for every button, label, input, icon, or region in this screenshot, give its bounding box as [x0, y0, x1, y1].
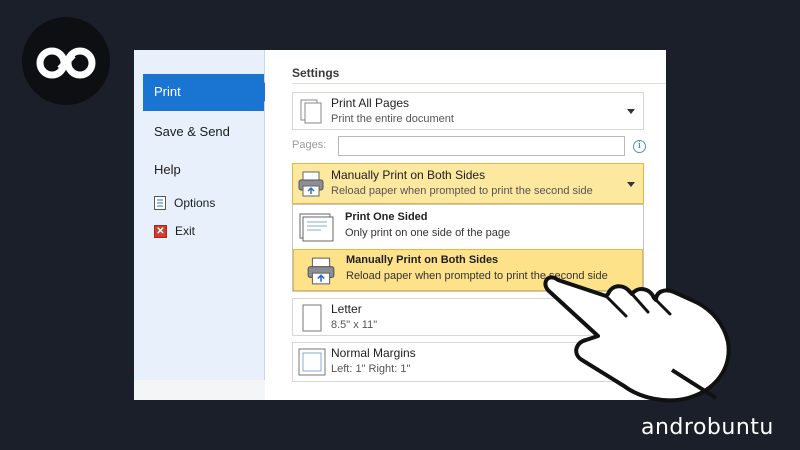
nav-item-save-send[interactable]: Save & Send — [154, 124, 230, 139]
divider — [292, 83, 666, 84]
backstage-nav: Print Save & Send Help Options ✕ Exit — [134, 50, 273, 380]
margins-subtitle: Left: 1" Right: 1" — [331, 363, 411, 375]
paper-subtitle: 8.5" x 11" — [331, 319, 378, 331]
pages-icon — [300, 99, 322, 124]
brand-wordmark: androbuntu — [641, 415, 774, 440]
print-pages-subtitle: Print the entire document — [331, 113, 454, 125]
duplex-subtitle: Reload paper when prompted to print the … — [331, 185, 593, 197]
pages-input[interactable] — [338, 136, 625, 156]
brand-logo — [22, 17, 110, 105]
print-pages-dropdown[interactable]: Print All Pages Print the entire documen… — [292, 92, 644, 130]
chevron-down-icon — [627, 109, 635, 114]
manual-both-sides-title: Manually Print on Both Sides — [346, 254, 499, 266]
info-icon[interactable]: i — [633, 140, 646, 153]
settings-heading: Settings — [292, 66, 340, 80]
one-sided-subtitle: Only print on one side of the page — [345, 227, 511, 239]
list-item-print-one-sided[interactable]: Print One Sided Only print on one side o… — [293, 205, 643, 249]
chevron-down-icon — [627, 182, 635, 187]
paper-title: Letter — [331, 302, 362, 316]
margins-icon — [298, 348, 326, 376]
document-options-icon — [154, 196, 166, 210]
nav-options-label: Options — [174, 196, 216, 210]
logo-mark-icon — [36, 47, 96, 79]
margins-title: Normal Margins — [331, 346, 416, 360]
nav-item-exit[interactable]: ✕ Exit — [154, 224, 195, 238]
pointing-hand-icon — [543, 275, 731, 403]
print-pages-title: Print All Pages — [331, 96, 410, 110]
nav-item-options[interactable]: Options — [154, 196, 215, 210]
duplex-dropdown[interactable]: Manually Print on Both Sides Reload pape… — [292, 163, 644, 204]
duplex-printer-icon — [307, 257, 335, 285]
paper-icon — [302, 304, 322, 332]
nav-item-print[interactable]: Print — [143, 74, 264, 111]
exit-icon: ✕ — [154, 224, 167, 238]
nav-exit-label: Exit — [175, 224, 196, 238]
duplex-printer-icon — [298, 171, 324, 197]
duplex-title: Manually Print on Both Sides — [331, 168, 486, 182]
one-sided-page-icon — [299, 213, 334, 242]
nav-item-help[interactable]: Help — [154, 162, 181, 177]
pages-label: Pages: — [292, 139, 327, 151]
one-sided-title: Print One Sided — [345, 211, 428, 223]
